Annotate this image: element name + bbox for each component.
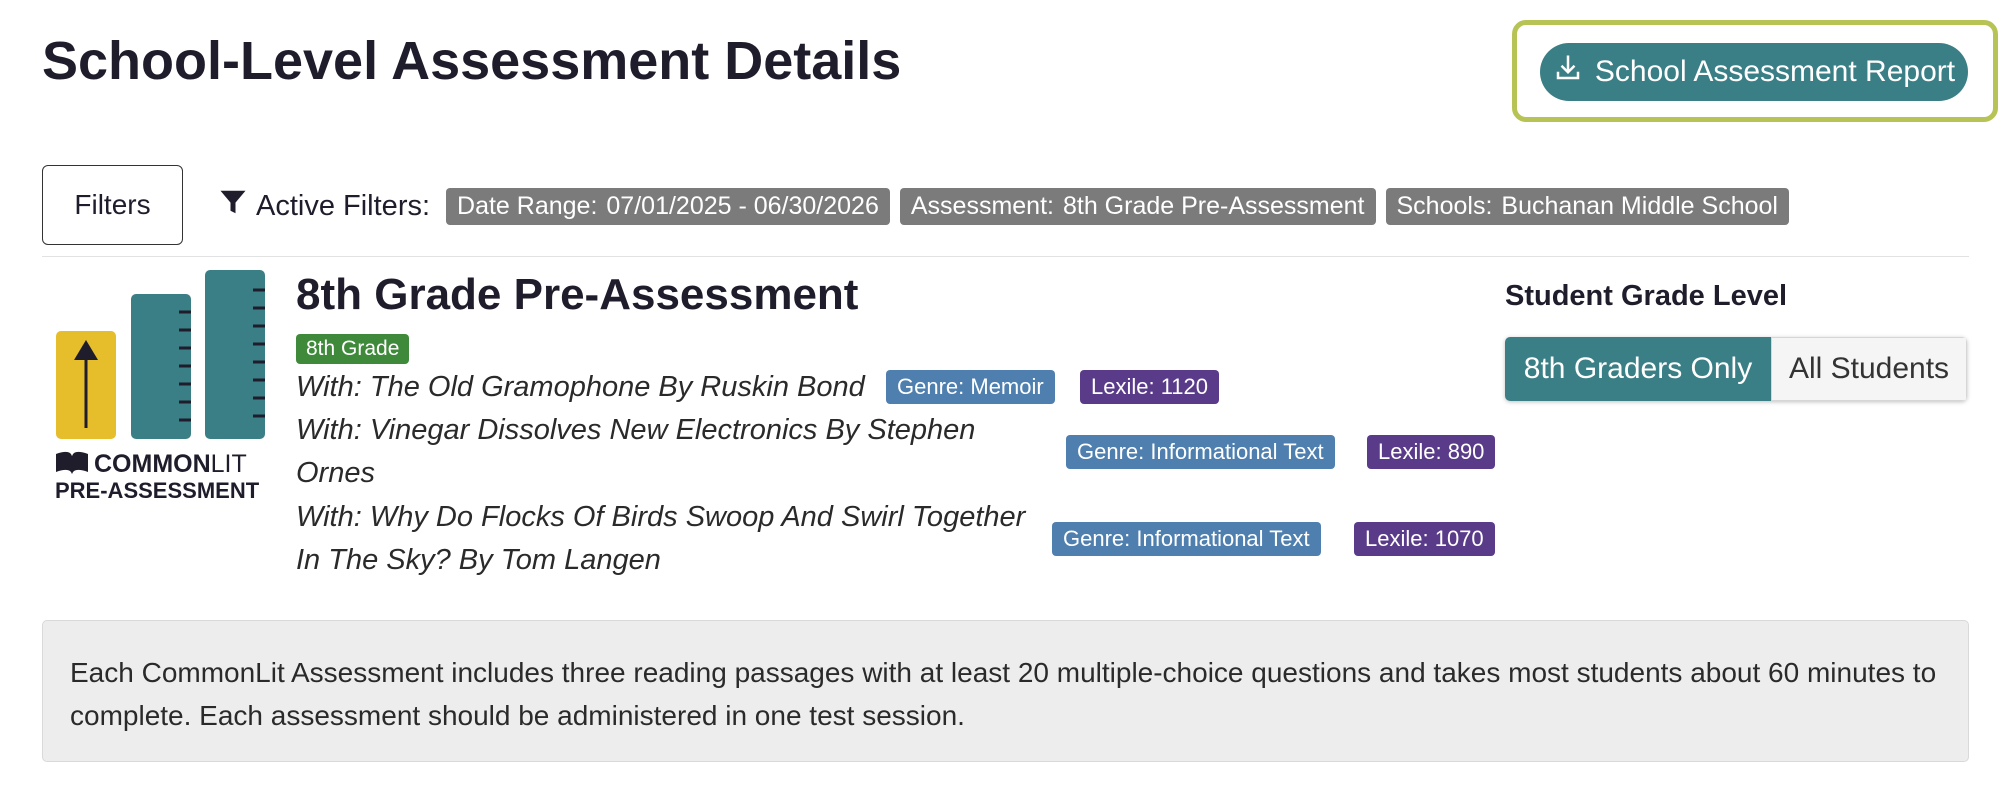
school-assessment-report-button[interactable]: School Assessment Report (1540, 43, 1968, 101)
lexile-tag: Lexile: 1070 (1354, 522, 1495, 556)
genre-tag: Genre: Informational Text (1052, 522, 1321, 556)
genre-tag: Genre: Memoir (886, 370, 1055, 404)
report-button-label: School Assessment Report (1594, 55, 1956, 88)
student-grade-level-title: Student Grade Level (1505, 280, 1788, 312)
assessment-info-box: Each CommonLit Assessment includes three… (42, 620, 1969, 762)
active-filters-label: Active Filters: (218, 187, 430, 225)
genre-tag: Genre: Informational Text (1066, 435, 1335, 469)
filter-chip-schools: Schools: Buchanan Middle School (1385, 187, 1789, 225)
student-grade-level-toggle: 8th Graders Only All Students (1505, 337, 1967, 401)
grade-badge: 8th Grade (296, 334, 410, 364)
passage-1: With: The Old Gramophone By Ruskin Bond (296, 371, 865, 403)
divider (42, 256, 1969, 257)
active-filters-bar: Active Filters: Date Range: 07/01/2025 - … (218, 186, 1789, 226)
funnel-icon (218, 187, 248, 225)
filter-chip-assessment: Assessment: 8th Grade Pre-Assessment (899, 187, 1376, 225)
filter-chip-date-range: Date Range: 07/01/2025 - 06/30/2026 (446, 187, 890, 225)
passage-2: With: Vinegar Dissolves New Electronics … (296, 414, 976, 489)
option-8th-graders-only[interactable]: 8th Graders Only (1505, 337, 1771, 401)
logo-teal-bar-tall (205, 270, 265, 439)
lexile-tag: Lexile: 890 (1367, 435, 1496, 469)
page-title: School-Level Assessment Details (42, 31, 902, 91)
commonlit-pre-assessment-logo: COMMONLIT PRE-ASSESSMENT (55, 270, 265, 498)
assessment-title: 8th Grade Pre-Assessment (296, 270, 859, 319)
book-icon (56, 451, 88, 474)
filters-button[interactable]: Filters (42, 165, 183, 245)
svg-text:COMMONLIT: COMMONLIT (94, 450, 247, 478)
download-icon (1553, 53, 1583, 91)
svg-text:PRE-ASSESSMENT: PRE-ASSESSMENT (55, 478, 260, 498)
passage-3: With: Why Do Flocks Of Birds Swoop And S… (296, 501, 1026, 576)
option-all-students[interactable]: All Students (1771, 337, 1967, 401)
lexile-tag: Lexile: 1120 (1080, 370, 1220, 404)
